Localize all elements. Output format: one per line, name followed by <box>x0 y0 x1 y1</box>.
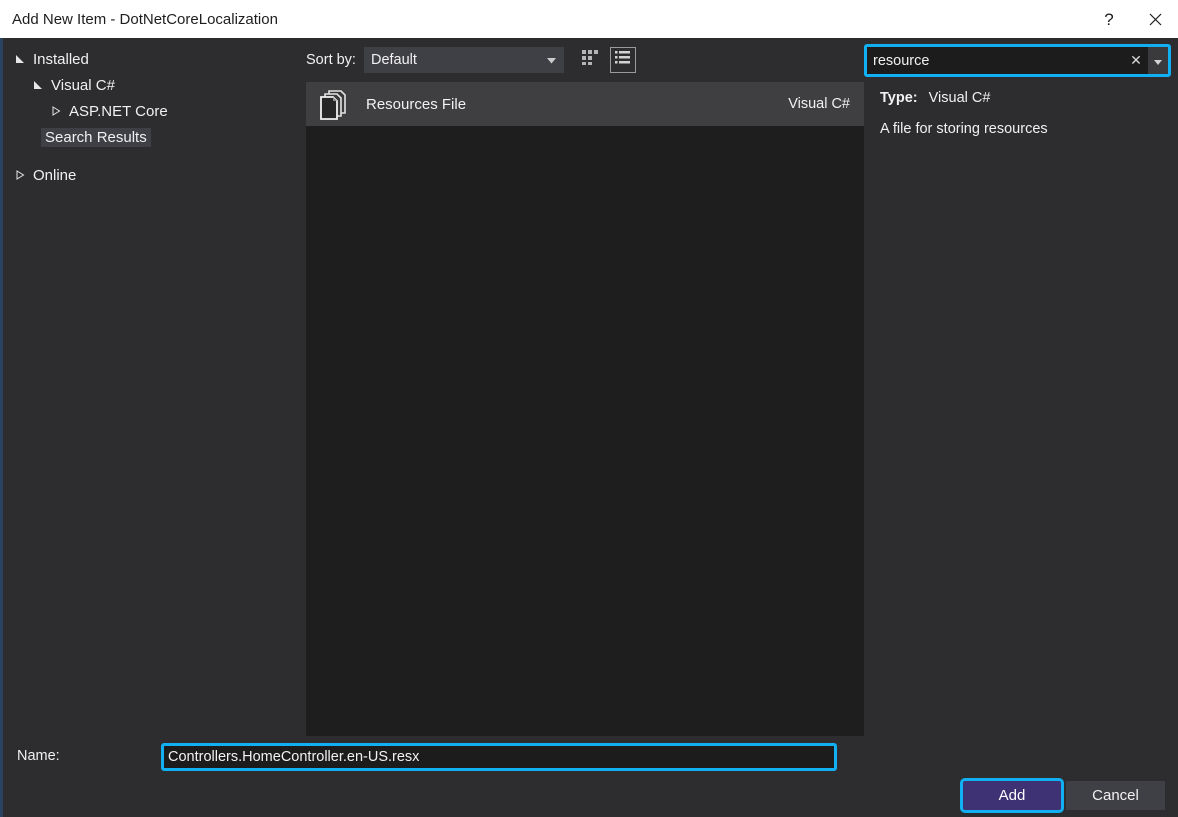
chevron-down-icon <box>546 52 556 68</box>
dialog-title: Add New Item - DotNetCoreLocalization <box>12 10 278 28</box>
view-mode-tiles-button[interactable] <box>578 47 604 73</box>
close-button[interactable] <box>1132 0 1178 38</box>
search-box[interactable]: ✕ <box>864 44 1171 77</box>
search-dropdown-button[interactable] <box>1148 47 1168 74</box>
resources-file-icon <box>316 87 350 121</box>
sidebar-item-search-results[interactable]: Search Results <box>3 124 306 150</box>
sidebar-item-label: Visual C# <box>51 76 115 94</box>
description-text: A file for storing resources <box>880 121 1048 137</box>
view-mode-list-button[interactable] <box>609 47 636 73</box>
question-mark-icon: ? <box>1104 9 1114 29</box>
sidebar-item-visual-csharp[interactable]: Visual C# <box>3 72 306 98</box>
description-type-value: Visual C# <box>928 90 991 106</box>
help-button[interactable]: ? <box>1086 0 1132 38</box>
clear-x-icon: ✕ <box>1130 52 1142 68</box>
add-new-item-dialog: Add New Item - DotNetCoreLocalization ? <box>0 0 1178 817</box>
list-item[interactable]: Resources File Visual C# <box>306 82 864 126</box>
add-button-label: Add <box>998 787 1026 804</box>
list-view-icon <box>614 50 631 70</box>
grid-view-icon <box>581 49 600 71</box>
list-item-name: Resources File <box>366 95 467 113</box>
sidebar-item-online[interactable]: Online <box>3 162 306 188</box>
sort-by-label: Sort by: <box>306 52 356 68</box>
collapsed-triangle-icon[interactable] <box>47 106 65 116</box>
sort-by-value: Default <box>370 52 417 68</box>
cancel-button-label: Cancel <box>1092 787 1139 804</box>
expanded-triangle-icon[interactable] <box>29 80 47 90</box>
clear-search-button[interactable]: ✕ <box>1124 47 1148 74</box>
template-list[interactable]: Resources File Visual C# <box>306 82 864 736</box>
sort-by-dropdown[interactable]: Default <box>363 47 564 73</box>
view-mode-buttons <box>578 47 636 73</box>
cancel-button[interactable]: Cancel <box>1066 781 1165 810</box>
description-type-label: Type: <box>880 90 918 106</box>
add-button[interactable]: Add <box>960 778 1064 813</box>
category-tree: Installed Visual C# ASP.NET Core Search … <box>3 38 306 736</box>
sidebar-item-label: Search Results <box>41 127 151 147</box>
list-item-language: Visual C# <box>788 96 850 112</box>
title-bar-buttons: ? <box>1086 0 1178 38</box>
dialog-title-bar: Add New Item - DotNetCoreLocalization ? <box>0 0 1178 38</box>
expanded-triangle-icon[interactable] <box>11 54 29 64</box>
sidebar-item-label: Installed <box>33 50 89 68</box>
sidebar-item-installed[interactable]: Installed <box>3 46 306 72</box>
item-description-panel: Type: Visual C# A file for storing resou… <box>864 82 1178 736</box>
sidebar-item-label: ASP.NET Core <box>69 102 168 120</box>
chevron-down-icon <box>1154 52 1162 70</box>
collapsed-triangle-icon[interactable] <box>11 170 29 180</box>
sidebar-item-label: Online <box>33 166 77 184</box>
close-icon <box>1149 13 1162 26</box>
name-field-wrapper[interactable] <box>161 743 837 771</box>
description-type-row: Type: Visual C# <box>880 90 1164 106</box>
name-input[interactable] <box>164 749 834 765</box>
name-label: Name: <box>17 748 60 764</box>
search-input[interactable] <box>867 52 1124 69</box>
sidebar-item-aspnet-core[interactable]: ASP.NET Core <box>3 98 306 124</box>
list-toolbar: Sort by: Default <box>306 38 864 82</box>
